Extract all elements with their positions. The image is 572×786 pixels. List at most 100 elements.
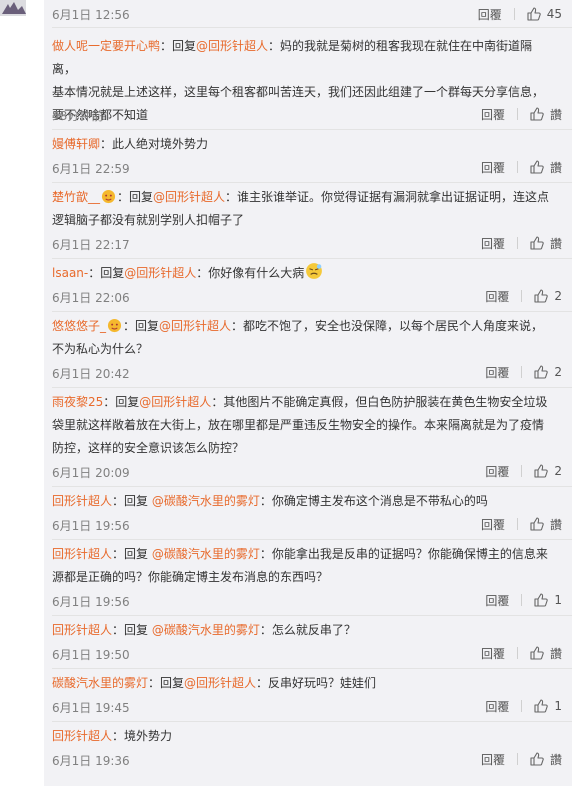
comment-username[interactable]: 回形针超人: [52, 623, 112, 637]
comment-meta: 6月1日 19:45 回覆 1: [52, 696, 572, 716]
comment-item: 楚竹歆__ ：回复@回形针超人：谁主张谁举证。你觉得证据有漏洞就拿出证据证明，连这…: [52, 186, 552, 232]
emoji-icon: [107, 318, 122, 333]
reply-button[interactable]: 回覆: [481, 159, 505, 176]
comment-text: 不为私心为什么？: [52, 342, 149, 356]
divider: [52, 615, 572, 616]
comment-username[interactable]: 做人呢一定要开心鸭: [52, 39, 160, 53]
thumbs-up-icon: [530, 646, 544, 660]
divider: [52, 539, 572, 540]
divider: [52, 258, 572, 259]
divider: [521, 594, 523, 606]
like-button[interactable]: 讚: [530, 106, 562, 123]
comment-meta: 6月1日 22:17 回覆 讚: [52, 233, 572, 253]
comment-meta: 6月1日 20:09 回覆 2: [52, 461, 572, 481]
mention-link[interactable]: @碳酸汽水里的雾灯: [152, 547, 260, 561]
mention-link[interactable]: @回形针超人: [124, 266, 196, 280]
comment-meta: 6月1日 19:56 回覆 讚: [52, 514, 572, 534]
like-count: 讚: [549, 646, 562, 661]
thumbs-up-icon: [527, 7, 541, 21]
like-button[interactable]: 讚: [530, 751, 562, 768]
timestamp: 6月1日 19:56: [52, 519, 130, 533]
comment-actions: 回覆 讚: [481, 643, 562, 663]
like-count: 讚: [549, 236, 562, 251]
reply-button[interactable]: 回覆: [485, 288, 509, 305]
mention-link[interactable]: @回形针超人: [139, 395, 211, 409]
thumbs-up-icon: [530, 236, 544, 250]
comment-username[interactable]: 嫚傅轩卿: [52, 137, 100, 151]
like-count: 讚: [549, 107, 562, 122]
reply-button[interactable]: 回覆: [478, 6, 502, 23]
like-button[interactable]: 1: [534, 699, 562, 713]
reply-button[interactable]: 回覆: [485, 698, 509, 715]
comment-item: 回形针超人：回复 @碳酸汽水里的雾灯：怎么就反串了？: [52, 619, 552, 642]
reply-button[interactable]: 回覆: [481, 516, 505, 533]
divider: [521, 465, 523, 477]
comment-username[interactable]: 楚竹歆__: [52, 190, 100, 204]
comment-item: 回形针超人：回复 @碳酸汽水里的雾灯：你能拿出我是反串的证据吗？你能确保博主的信…: [52, 543, 552, 589]
comment-username[interactable]: 回形针超人: [52, 729, 112, 743]
mention-link[interactable]: @回形针超人: [196, 39, 268, 53]
mention-link[interactable]: @回形针超人: [184, 676, 256, 690]
comment-item: lsaan-：回复@回形针超人：你好像有什么大病: [52, 262, 552, 285]
mention-link[interactable]: @碳酸汽水里的雾灯: [152, 623, 260, 637]
thumbs-up-icon: [534, 365, 549, 379]
divider: [516, 753, 518, 765]
like-button[interactable]: 讚: [530, 516, 562, 533]
comment-username[interactable]: 悠悠悠子_: [52, 319, 106, 333]
like-button[interactable]: 2: [534, 365, 562, 379]
reply-button[interactable]: 回覆: [485, 463, 509, 480]
comment-username[interactable]: 回形针超人: [52, 547, 112, 561]
comment-text: ：此人绝对境外势力: [100, 137, 209, 151]
comment-username[interactable]: 碳酸汽水里的雾灯: [52, 676, 148, 690]
reply-button[interactable]: 回覆: [485, 364, 509, 381]
divider: [516, 518, 518, 530]
reply-button[interactable]: 回覆: [485, 592, 509, 609]
comment-username[interactable]: lsaan-: [52, 266, 88, 280]
timestamp: 6月1日 22:59: [52, 162, 130, 176]
divider: [516, 647, 518, 659]
like-button[interactable]: 讚: [530, 235, 562, 252]
divider: [521, 366, 523, 378]
like-button[interactable]: 1: [534, 593, 562, 607]
reply-button[interactable]: 回覆: [481, 645, 505, 662]
comment-meta: 6月1日 19:50 回覆 讚: [52, 643, 572, 663]
emoji-icon: [306, 263, 323, 279]
reply-button[interactable]: 回覆: [481, 751, 505, 768]
comment-item: 回形针超人：回复 @碳酸汽水里的雾灯：你确定博主发布这个消息是不带私心的吗: [52, 490, 552, 513]
thumbs-up-icon: [530, 517, 544, 531]
comment-actions: 回覆 2: [485, 286, 562, 306]
divider: [52, 311, 572, 312]
reply-button[interactable]: 回覆: [481, 235, 505, 252]
comment-actions: 回覆 2: [485, 461, 562, 481]
comment-text: ：反串好玩吗？娃娃们: [256, 676, 377, 690]
like-button[interactable]: 讚: [530, 645, 562, 662]
divider: [52, 129, 572, 130]
thumbs-up-icon: [530, 752, 544, 766]
mention-link[interactable]: @碳酸汽水里的雾灯: [152, 494, 260, 508]
divider: [52, 668, 572, 669]
thumbs-up-icon: [534, 289, 549, 303]
comment-text: 源都是正确的吗？你能确定博主发布消息的东西吗？: [52, 570, 329, 584]
reply-prefix: ：回复: [148, 676, 185, 690]
divider: [513, 8, 515, 20]
like-count: 讚: [549, 752, 562, 767]
mention-link[interactable]: @回形针超人: [153, 190, 225, 204]
comment-username[interactable]: 雨夜黎25: [52, 395, 103, 409]
divider: [52, 387, 572, 388]
comment-username[interactable]: 回形针超人: [52, 494, 112, 508]
like-button[interactable]: 45: [527, 7, 562, 21]
avatar[interactable]: [0, 0, 26, 16]
divider: [52, 27, 572, 28]
mention-link[interactable]: @回形针超人: [159, 319, 231, 333]
comment-meta: 6月1日 22:06 回覆 2: [52, 286, 572, 306]
like-button[interactable]: 2: [534, 464, 562, 478]
comment-text: ：都吃不饱了，安全也没保障，以每个居民个人角度来说，: [231, 319, 544, 333]
like-button[interactable]: 2: [534, 289, 562, 303]
comment-actions: 回覆 讚: [481, 157, 562, 177]
comment-text: 基本情况就是上述这样，这里每个租客都叫苦连天，我们还因此组建了一个群每天分享信息…: [52, 85, 545, 99]
comment-item: 碳酸汽水里的雾灯：回复@回形针超人：反串好玩吗？娃娃们: [52, 672, 552, 695]
reply-button[interactable]: 回覆: [481, 106, 505, 123]
comment-item: 回形针超人：境外势力: [52, 725, 552, 748]
like-button[interactable]: 讚: [530, 159, 562, 176]
comment-meta: 48分钟前 回覆 讚: [52, 104, 572, 124]
